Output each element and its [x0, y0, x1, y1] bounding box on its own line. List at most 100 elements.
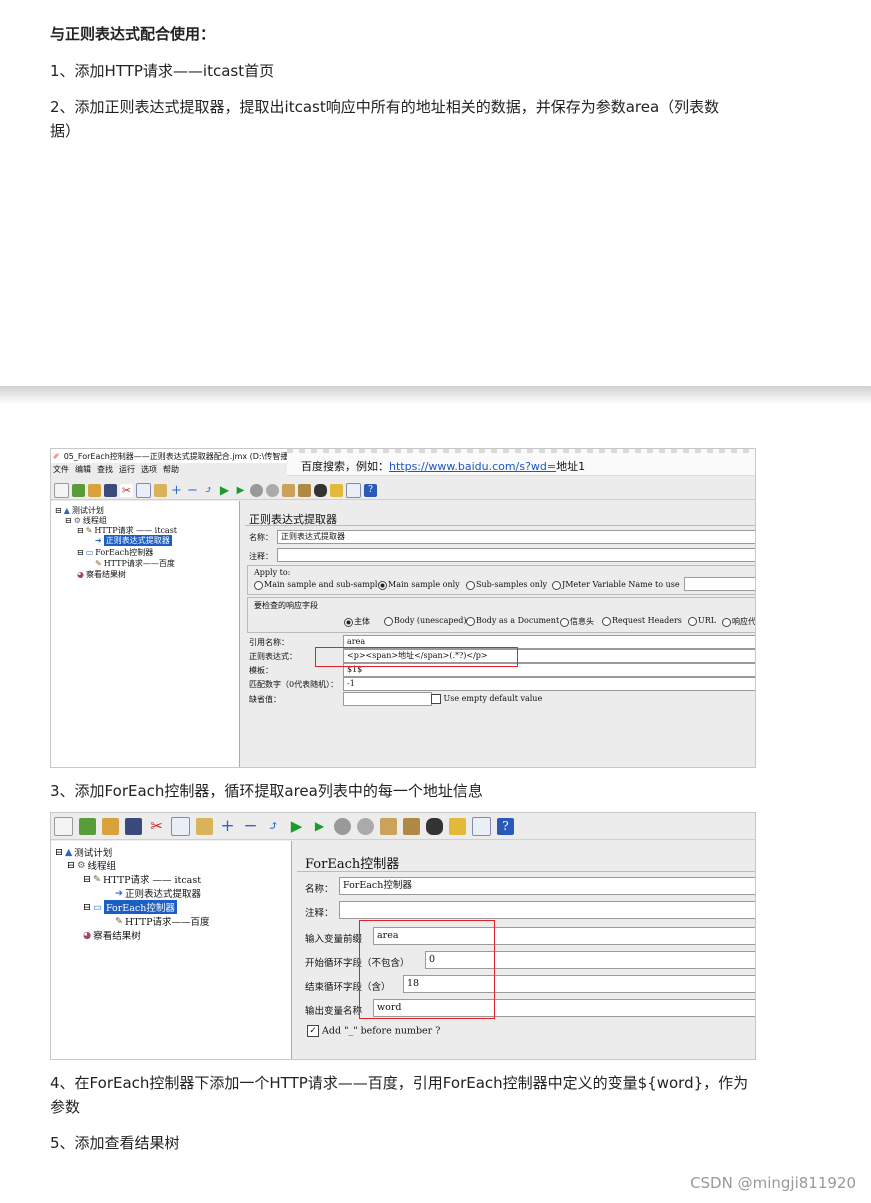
tree-test-plan[interactable]: ⊟ ▲ 测试计划 — [55, 845, 112, 860]
start-icon[interactable]: ▶ — [288, 817, 305, 835]
input-prefix-label: 输入变量前缀 — [305, 934, 363, 945]
start-icon[interactable]: ▶ — [218, 483, 231, 497]
tree-foreach[interactable]: ⊟ ▭ ForEach控制器 — [83, 900, 177, 914]
tree-http-baidu[interactable]: ✎ HTTP请求——百度 — [115, 914, 210, 929]
template-label: 模板： — [249, 666, 273, 675]
jmeter-variable-field[interactable] — [684, 577, 755, 591]
use-empty-default-checkbox[interactable]: Use empty default value — [431, 694, 542, 704]
name-label: 名称： — [305, 884, 334, 895]
menu-file[interactable]: 文件 — [53, 464, 69, 476]
response-field-group: 要检查的响应字段 主体 Body (unescaped) Body as a D… — [247, 597, 755, 633]
tooltip-overlay: 百度搜索，例如：https://www.baidu.com/s?wd=地址1 — [287, 449, 755, 476]
name-label: 名称： — [249, 533, 273, 542]
apply-jmeter-variable-radio[interactable]: JMeter Variable Name to use — [552, 580, 680, 590]
step-2-line2: 据） — [50, 122, 81, 140]
stop-icon[interactable] — [250, 483, 263, 497]
cut-icon[interactable]: ✂ — [120, 483, 133, 497]
tree-thread-group[interactable]: ⊟ ⚙ 线程组 — [67, 858, 116, 873]
tree-regex-extractor[interactable]: ➔ 正则表达式提取器 — [95, 535, 172, 546]
comment-field[interactable] — [339, 901, 755, 919]
test-plan-icon: ▲ — [64, 846, 73, 858]
tooltip-link[interactable]: https://www.baidu.com/s?wd= — [389, 460, 556, 473]
field-body-document-radio[interactable]: Body as a Document — [466, 616, 559, 626]
match-no-field[interactable]: -1 — [343, 677, 755, 691]
tree-foreach[interactable]: ⊟ ▭ ForEach控制器 — [77, 547, 153, 558]
new-icon[interactable] — [54, 816, 73, 836]
search-icon[interactable] — [426, 817, 443, 835]
toggle-icon[interactable]: ⤴ — [265, 818, 282, 835]
field-headers-radio[interactable]: 信息头 — [560, 616, 594, 627]
stop-icon[interactable] — [334, 817, 351, 835]
section-divider — [0, 386, 871, 404]
add-underscore-checkbox[interactable]: ✓ Add "_" before number ? — [307, 1025, 440, 1037]
copy-icon[interactable] — [136, 482, 151, 498]
cut-icon[interactable]: ✂ — [148, 817, 165, 835]
clear-all-icon[interactable] — [298, 483, 311, 497]
tree-pane: ⊟ ▲ 测试计划 ⊟ ⚙ 线程组 ⊟ ✎ HTTP请求 —— itcast ➔ 正则表达式提取… — [51, 841, 292, 1059]
field-body-unescaped-radio[interactable]: Body (unescaped) — [384, 616, 467, 626]
tree-regex-extractor[interactable]: ➔ 正则表达式提取器 — [115, 886, 201, 901]
paste-icon[interactable] — [196, 817, 213, 835]
shutdown-icon[interactable] — [266, 483, 279, 497]
start-no-pause-icon[interactable]: ▶ — [234, 484, 247, 497]
help-icon[interactable]: ? — [364, 483, 377, 497]
menu-help[interactable]: 帮助 — [163, 464, 179, 476]
reset-search-icon[interactable] — [330, 483, 343, 497]
sampler-icon: ✎ — [92, 873, 101, 885]
menu-run[interactable]: 运行 — [119, 464, 135, 476]
shutdown-icon[interactable] — [357, 817, 374, 835]
open-icon[interactable] — [88, 483, 101, 497]
comment-label: 注释： — [305, 908, 334, 919]
field-url-radio[interactable]: URL — [688, 616, 716, 626]
collapse-icon[interactable]: − — [242, 817, 259, 835]
apply-main-and-sub-radio[interactable]: Main sample and sub-samples — [254, 580, 386, 590]
menu-search[interactable]: 查找 — [97, 464, 113, 476]
new-icon[interactable] — [54, 482, 69, 498]
comment-label: 注释： — [249, 552, 273, 561]
apply-sub-only-radio[interactable]: Sub-samples only — [466, 580, 547, 590]
menu-options[interactable]: 选项 — [141, 464, 157, 476]
function-helper-icon[interactable] — [346, 482, 361, 498]
start-no-pause-icon[interactable]: ▶ — [311, 818, 328, 835]
menu-edit[interactable]: 编辑 — [75, 464, 91, 476]
clear-icon[interactable] — [380, 817, 397, 835]
save-icon[interactable] — [104, 483, 117, 497]
apply-main-only-radio[interactable]: Main sample only — [378, 580, 460, 590]
field-body-radio[interactable]: 主体 — [344, 616, 370, 627]
name-field[interactable]: 正则表达式提取器 — [277, 530, 755, 544]
copy-icon[interactable] — [171, 816, 190, 836]
open-icon[interactable] — [102, 817, 119, 835]
save-icon[interactable] — [125, 817, 142, 835]
tree-http-baidu[interactable]: ✎ HTTP请求——百度 — [95, 558, 175, 569]
templates-icon[interactable] — [72, 483, 85, 497]
templates-icon[interactable] — [79, 817, 96, 835]
tooltip-suffix: 地址1 — [556, 460, 586, 473]
reset-search-icon[interactable] — [449, 817, 466, 835]
tree-results-tree[interactable]: ◕ 察看结果树 — [83, 928, 141, 943]
tree-http-itcast[interactable]: ⊟ ✎ HTTP请求 —— itcast — [83, 872, 201, 887]
menu-bar: 文件 编辑 查找 运行 选项 帮助 — [53, 464, 179, 476]
field-request-headers-radio[interactable]: Request Headers — [602, 616, 682, 626]
function-helper-icon[interactable] — [472, 816, 491, 836]
field-response-code-radio[interactable]: 响应代 — [722, 616, 755, 627]
toolbar: ✂ + − ⤴ ▶ ▶ ? — [51, 481, 755, 500]
step-3: 3、添加ForEach控制器，循环提取area列表中的每一个地址信息 — [50, 782, 483, 800]
comment-field[interactable] — [277, 548, 755, 562]
help-icon[interactable]: ? — [497, 817, 514, 835]
default-value-field[interactable] — [343, 692, 432, 706]
tree-results-tree[interactable]: ◕ 察看结果树 — [77, 569, 126, 580]
expand-icon[interactable]: + — [219, 817, 236, 835]
collapse-icon[interactable]: − — [186, 484, 199, 497]
step-5: 5、添加查看结果树 — [50, 1134, 180, 1152]
search-icon[interactable] — [314, 483, 327, 497]
regex-extractor-screenshot: ✐ 05_ForEach控制器——正则表达式提取器配合.jmx (D:\传智播 … — [50, 448, 756, 768]
clear-icon[interactable] — [282, 483, 295, 497]
paste-icon[interactable] — [154, 483, 167, 497]
controller-icon: ▭ — [92, 901, 102, 913]
name-field[interactable]: ForEach控制器 — [339, 877, 755, 895]
sampler-icon: ✎ — [85, 526, 93, 535]
clear-all-icon[interactable] — [403, 817, 420, 835]
step-4-line1: 4、在ForEach控制器下添加一个HTTP请求——百度，引用ForEach控制… — [50, 1074, 749, 1092]
toggle-icon[interactable]: ⤴ — [202, 484, 215, 497]
expand-icon[interactable]: + — [170, 484, 183, 497]
